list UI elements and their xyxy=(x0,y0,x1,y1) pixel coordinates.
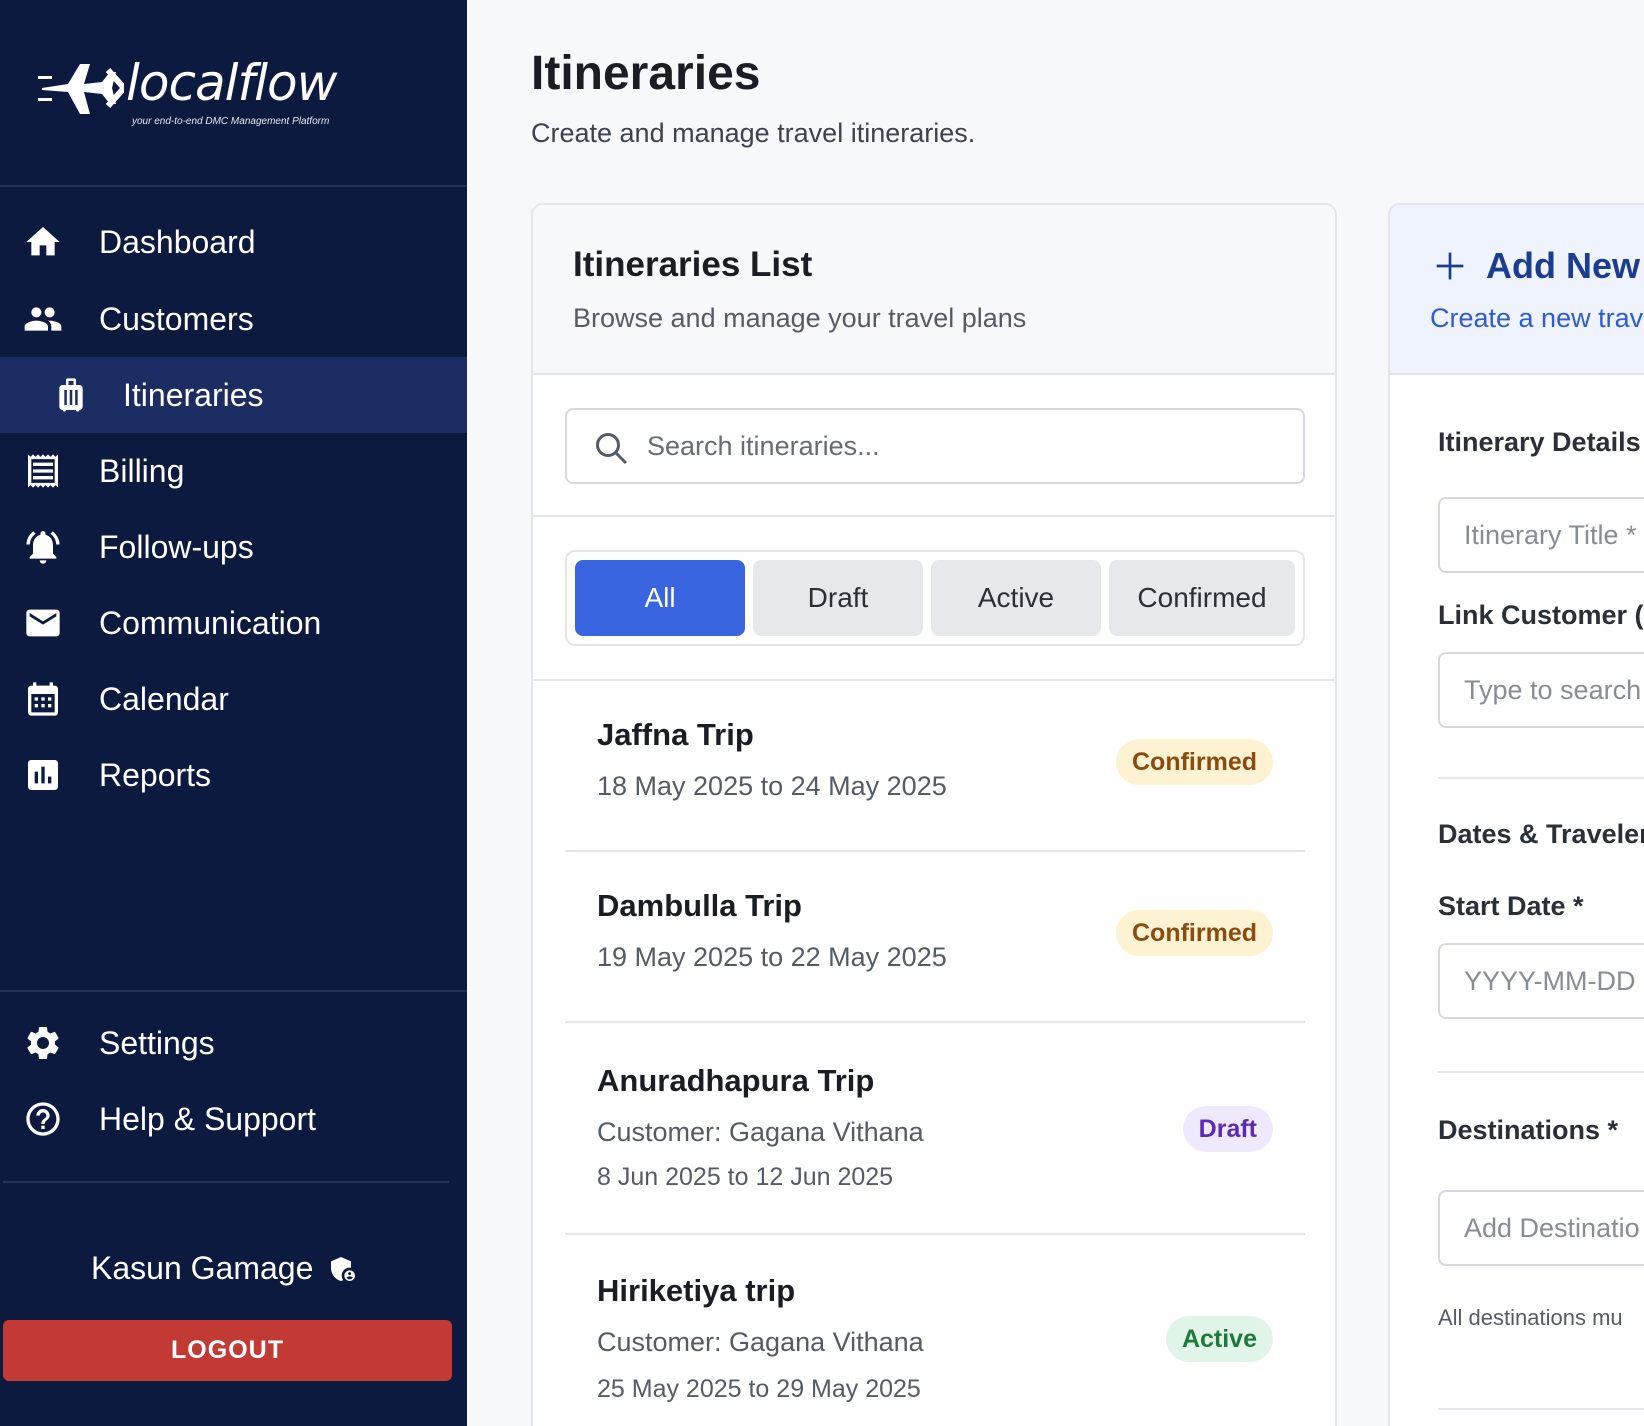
itinerary-list-item[interactable]: Hiriketiya trip Customer: Gagana Vithana… xyxy=(565,1235,1305,1426)
sidebar-item-label: Dashboard xyxy=(99,224,256,260)
plane-logo-icon xyxy=(38,64,124,114)
people-icon xyxy=(22,299,64,339)
itineraries-list-card: Itineraries List Browse and manage your … xyxy=(531,203,1337,1426)
search-icon xyxy=(596,433,628,465)
list-title: Itineraries List xyxy=(573,245,813,284)
user-profile[interactable]: Kasun Gamage xyxy=(91,1250,359,1287)
customer-search-input[interactable] xyxy=(1464,664,1644,716)
search-input[interactable] xyxy=(647,418,1287,474)
itinerary-dates: 25 May 2025 to 29 May 2025 xyxy=(597,1375,921,1403)
sidebar-item-reports[interactable]: Reports xyxy=(0,737,467,813)
itinerary-customer: Customer: Gagana Vithana xyxy=(597,1117,924,1147)
add-itinerary-card: Add New Create a new trav Itinerary Deta… xyxy=(1388,203,1644,1426)
sidebar-item-settings[interactable]: Settings xyxy=(0,1005,467,1081)
form-divider xyxy=(1438,777,1644,779)
add-card-subtitle: Create a new trav xyxy=(1430,303,1644,333)
link-customer-label: Link Customer ( xyxy=(1438,600,1644,630)
sidebar-item-billing[interactable]: Billing xyxy=(0,433,467,509)
sidebar-divider xyxy=(0,990,467,992)
section-dates-travelers: Dates & Traveler xyxy=(1438,819,1644,849)
list-header: Itineraries List Browse and manage your … xyxy=(533,205,1335,375)
status-filter-group: All Draft Active Confirmed xyxy=(565,550,1305,646)
itinerary-title: Anuradhapura Trip xyxy=(597,1063,875,1098)
filter-confirmed-button[interactable]: Confirmed xyxy=(1109,560,1295,636)
sidebar-divider xyxy=(0,185,467,187)
sidebar-divider xyxy=(3,1181,449,1183)
itinerary-customer: Customer: Gagana Vithana xyxy=(597,1327,924,1357)
itinerary-list-item[interactable]: Jaffna Trip 18 May 2025 to 24 May 2025 C… xyxy=(565,681,1305,851)
sidebar-item-follow-ups[interactable]: Follow-ups xyxy=(0,509,467,585)
destination-input[interactable] xyxy=(1464,1202,1644,1254)
gear-icon xyxy=(22,1023,64,1063)
sidebar-item-help[interactable]: Help & Support xyxy=(0,1081,467,1157)
user-name: Kasun Gamage xyxy=(91,1250,314,1286)
plus-icon xyxy=(1436,252,1464,280)
divider xyxy=(533,515,1335,517)
logout-button[interactable]: LOGOUT xyxy=(3,1320,452,1381)
status-badge: Draft xyxy=(1182,1106,1273,1152)
sidebar-item-communication[interactable]: Communication xyxy=(0,585,467,661)
bell-icon xyxy=(22,527,64,567)
bar-chart-icon xyxy=(22,755,64,795)
sidebar-item-dashboard[interactable]: Dashboard xyxy=(0,204,467,280)
add-new-title: Add New xyxy=(1434,245,1640,287)
start-date-field[interactable] xyxy=(1438,943,1644,1019)
home-icon xyxy=(22,222,64,262)
sidebar-item-calendar[interactable]: Calendar xyxy=(0,661,467,737)
brand-tagline: your end-to-end DMC Management Platform xyxy=(132,116,330,127)
status-badge: Active xyxy=(1165,1316,1273,1362)
sidebar-item-label: Help & Support xyxy=(99,1101,317,1137)
brand-name: localflow xyxy=(126,54,337,112)
luggage-icon xyxy=(50,375,92,415)
help-icon xyxy=(22,1099,64,1139)
section-itinerary-details: Itinerary Details xyxy=(1438,427,1641,457)
itinerary-title: Jaffna Trip xyxy=(597,717,754,752)
status-badge: Confirmed xyxy=(1116,910,1273,956)
sidebar-item-label: Itineraries xyxy=(123,377,264,413)
start-date-input[interactable] xyxy=(1464,955,1644,1007)
itinerary-dates: 18 May 2025 to 24 May 2025 xyxy=(597,771,947,801)
brand-logo[interactable]: localflow your end-to-end DMC Management… xyxy=(38,52,358,132)
form-divider xyxy=(1438,1408,1644,1410)
filter-draft-button[interactable]: Draft xyxy=(753,560,923,636)
itinerary-title: Hiriketiya trip xyxy=(597,1273,796,1308)
itinerary-title-field[interactable] xyxy=(1438,497,1644,573)
sidebar-item-label: Follow-ups xyxy=(99,529,254,565)
form-divider xyxy=(1438,1071,1644,1073)
destination-field[interactable] xyxy=(1438,1190,1644,1266)
page-title: Itineraries xyxy=(531,47,761,100)
itinerary-list-item[interactable]: Anuradhapura Trip Customer: Gagana Vitha… xyxy=(565,1023,1305,1235)
add-new-title-text: Add New xyxy=(1486,245,1641,286)
start-date-label: Start Date * xyxy=(1438,891,1584,921)
itinerary-title-input[interactable] xyxy=(1464,509,1644,561)
filter-all-button[interactable]: All xyxy=(575,560,745,636)
sidebar-item-label: Communication xyxy=(99,605,322,641)
receipt-icon xyxy=(22,451,64,491)
sidebar-item-label: Settings xyxy=(99,1025,215,1061)
customer-search-field[interactable] xyxy=(1438,652,1644,728)
calendar-icon xyxy=(22,679,64,719)
itinerary-title: Dambulla Trip xyxy=(597,888,802,923)
sidebar-item-label: Customers xyxy=(99,301,254,337)
sidebar-item-label: Billing xyxy=(99,453,185,489)
sidebar-item-label: Calendar xyxy=(99,681,229,717)
status-badge: Confirmed xyxy=(1116,739,1273,785)
destinations-note: All destinations mu xyxy=(1438,1305,1623,1330)
page-subtitle: Create and manage travel itineraries. xyxy=(531,118,976,148)
sidebar-item-itineraries[interactable]: Itineraries xyxy=(0,357,467,433)
mail-icon xyxy=(22,603,64,643)
itinerary-dates: 8 Jun 2025 to 12 Jun 2025 xyxy=(597,1163,894,1191)
destinations-label: Destinations * xyxy=(1438,1115,1619,1145)
list-subtitle: Browse and manage your travel plans xyxy=(573,303,1027,333)
sidebar: localflow your end-to-end DMC Management… xyxy=(0,0,467,1426)
itinerary-dates: 19 May 2025 to 22 May 2025 xyxy=(597,942,947,972)
add-card-header: Add New Create a new trav xyxy=(1390,205,1644,375)
sidebar-item-label: Reports xyxy=(99,757,212,793)
itinerary-list-item[interactable]: Dambulla Trip 19 May 2025 to 22 May 2025… xyxy=(565,852,1305,1022)
admin-shield-icon xyxy=(331,1256,356,1281)
search-box[interactable] xyxy=(565,408,1305,484)
filter-active-button[interactable]: Active xyxy=(931,560,1101,636)
sidebar-item-customers[interactable]: Customers xyxy=(0,281,467,357)
